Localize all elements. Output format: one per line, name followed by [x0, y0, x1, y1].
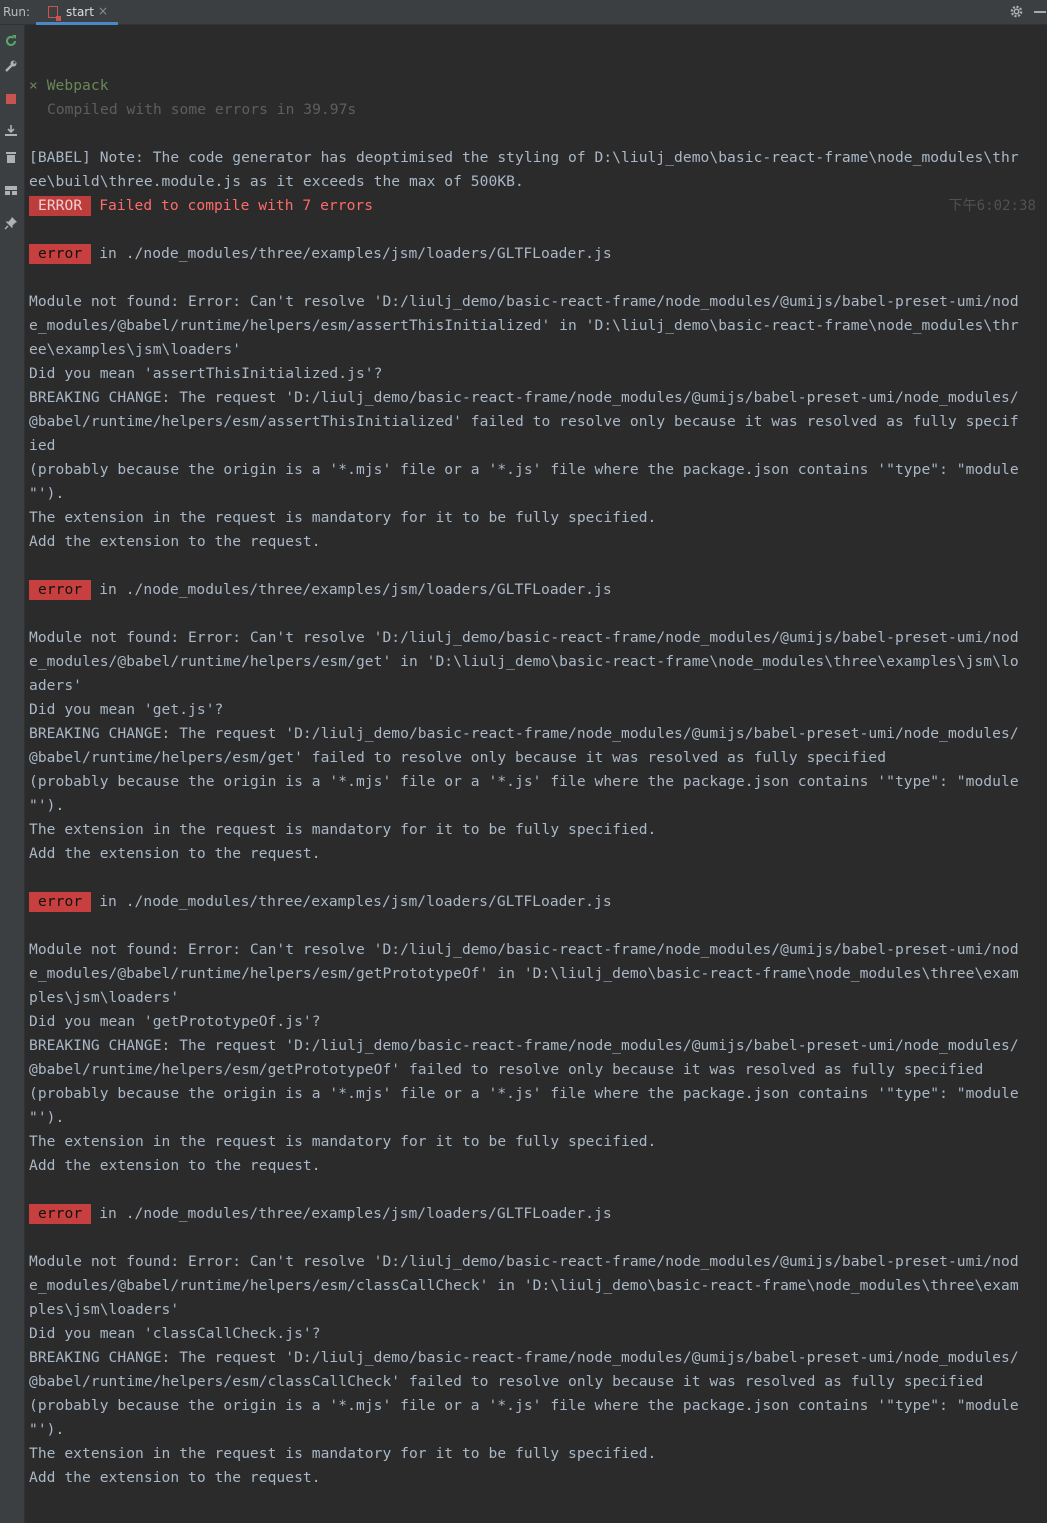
error-message-line: e_modules/@babel/runtime/helpers/esm/cla… [29, 1277, 1019, 1294]
error-message-line: @babel/runtime/helpers/esm/get' failed t… [29, 749, 887, 766]
error-badge: error [29, 244, 92, 264]
webpack-status-line: × Webpack [29, 74, 109, 98]
tab-label: start [66, 5, 94, 19]
error-message-line: The extension in the request is mandator… [29, 1445, 657, 1462]
wrench-icon[interactable] [4, 59, 18, 73]
error-message-line: (probably because the origin is a '*.mjs… [29, 461, 1019, 478]
error-location-link[interactable]: in ./node_modules/three/examples/jsm/loa… [99, 245, 612, 262]
error-message-line: Add the extension to the request. [29, 845, 321, 862]
error-message-line: BREAKING CHANGE: The request 'D:/liulj_d… [29, 1349, 1019, 1366]
compiled-status: Compiled with some errors in 39.97s [47, 101, 357, 118]
stop-icon[interactable] [4, 92, 18, 106]
error-message-line: e_modules/@babel/runtime/helpers/esm/ass… [29, 317, 1019, 334]
error-message-line: Module not found: Error: Can't resolve '… [29, 941, 1019, 958]
error-header: error in ./node_modules/three/examples/js… [29, 242, 612, 266]
pin-icon[interactable] [4, 216, 18, 230]
error-message-line: Add the extension to the request. [29, 533, 321, 550]
minimize-icon[interactable] [1034, 11, 1046, 13]
npm-run-icon [48, 6, 61, 21]
error-message-line: Did you mean 'get.js'? [29, 701, 224, 718]
timestamp: 下午6:02:38 [948, 198, 1036, 214]
error-message-line: Did you mean 'classCallCheck.js'? [29, 1325, 321, 1342]
error-message-line: "'). [29, 797, 65, 814]
error-message-line: @babel/runtime/helpers/esm/getPrototypeO… [29, 1061, 984, 1078]
error-message-line: ee\examples\jsm\loaders' [29, 341, 242, 358]
webpack-mark: × [29, 77, 38, 94]
error-message-line: (probably because the origin is a '*.mjs… [29, 1397, 1019, 1414]
error-message-line: BREAKING CHANGE: The request 'D:/liulj_d… [29, 1037, 1019, 1054]
error-message-line: Module not found: Error: Can't resolve '… [29, 629, 1019, 646]
trash-icon[interactable] [4, 150, 18, 164]
error-message-line: "'). [29, 485, 65, 502]
scroll-to-end-icon[interactable] [4, 124, 18, 138]
error-message-line: The extension in the request is mandator… [29, 509, 657, 526]
layout-icon[interactable] [4, 183, 18, 197]
error-message-line: ples\jsm\loaders' [29, 1301, 180, 1318]
error-message-line: Did you mean 'getPrototypeOf.js'? [29, 1013, 321, 1030]
error-message-line: Add the extension to the request. [29, 1157, 321, 1174]
error-header: error in ./node_modules/three/examples/js… [29, 578, 612, 602]
error-message-line: "'). [29, 1421, 65, 1438]
error-header: error in ./node_modules/three/examples/js… [29, 1202, 612, 1226]
error-badge: ERROR [29, 196, 92, 216]
error-location-link[interactable]: in ./node_modules/three/examples/jsm/loa… [99, 893, 612, 910]
error-message-line: e_modules/@babel/runtime/helpers/esm/get… [29, 965, 1019, 982]
babel-note-line-2: ee\build\three.module.js as it exceeds t… [29, 173, 524, 190]
error-message-line: @babel/runtime/helpers/esm/classCallChec… [29, 1373, 984, 1390]
error-message-line: Module not found: Error: Can't resolve '… [29, 1253, 1019, 1270]
run-sidebar [0, 25, 25, 1523]
error-badge: error [29, 892, 92, 912]
error-badge: error [29, 1204, 92, 1224]
error-message-line: Module not found: Error: Can't resolve '… [29, 293, 1019, 310]
rerun-icon[interactable] [4, 34, 18, 48]
error-message-line: Did you mean 'assertThisInitialized.js'? [29, 365, 383, 382]
tab-start[interactable]: start × [36, 0, 118, 25]
error-message-line: "'). [29, 1109, 65, 1126]
run-label: Run: [3, 5, 31, 19]
error-location-link[interactable]: in ./node_modules/three/examples/jsm/loa… [99, 581, 612, 598]
gear-icon[interactable] [1009, 4, 1024, 19]
error-message-line: ied [29, 437, 56, 454]
error-message-line: Add the extension to the request. [29, 1469, 321, 1486]
error-message-line: The extension in the request is mandator… [29, 1133, 657, 1150]
error-message-line: @babel/runtime/helpers/esm/assertThisIni… [29, 413, 1019, 430]
error-message-line: aders' [29, 677, 83, 694]
error-location-link[interactable]: in ./node_modules/three/examples/jsm/loa… [99, 1205, 612, 1222]
error-message-line: BREAKING CHANGE: The request 'D:/liulj_d… [29, 725, 1019, 742]
error-badge: error [29, 580, 92, 600]
error-message-line: The extension in the request is mandator… [29, 821, 657, 838]
error-header: error in ./node_modules/three/examples/js… [29, 890, 612, 914]
webpack-title: Webpack [46, 77, 109, 94]
error-message-line: e_modules/@babel/runtime/helpers/esm/get… [29, 653, 1019, 670]
run-toolbar: Run: start × [0, 0, 1047, 25]
babel-note-line-1: [BABEL] Note: The code generator has deo… [29, 149, 1019, 166]
error-summary: Failed to compile with 7 errors [99, 197, 374, 214]
error-message-line: ples\jsm\loaders' [29, 989, 180, 1006]
error-message-line: BREAKING CHANGE: The request 'D:/liulj_d… [29, 389, 1019, 406]
error-summary-line: ERROR Failed to compile with 7 errors [29, 194, 373, 218]
error-message-line: (probably because the origin is a '*.mjs… [29, 773, 1019, 790]
close-icon[interactable]: × [98, 4, 108, 18]
error-message-line: (probably because the origin is a '*.mjs… [29, 1085, 1019, 1102]
console-output[interactable]: × Webpack Compiled with some errors in 3… [25, 25, 1047, 1523]
